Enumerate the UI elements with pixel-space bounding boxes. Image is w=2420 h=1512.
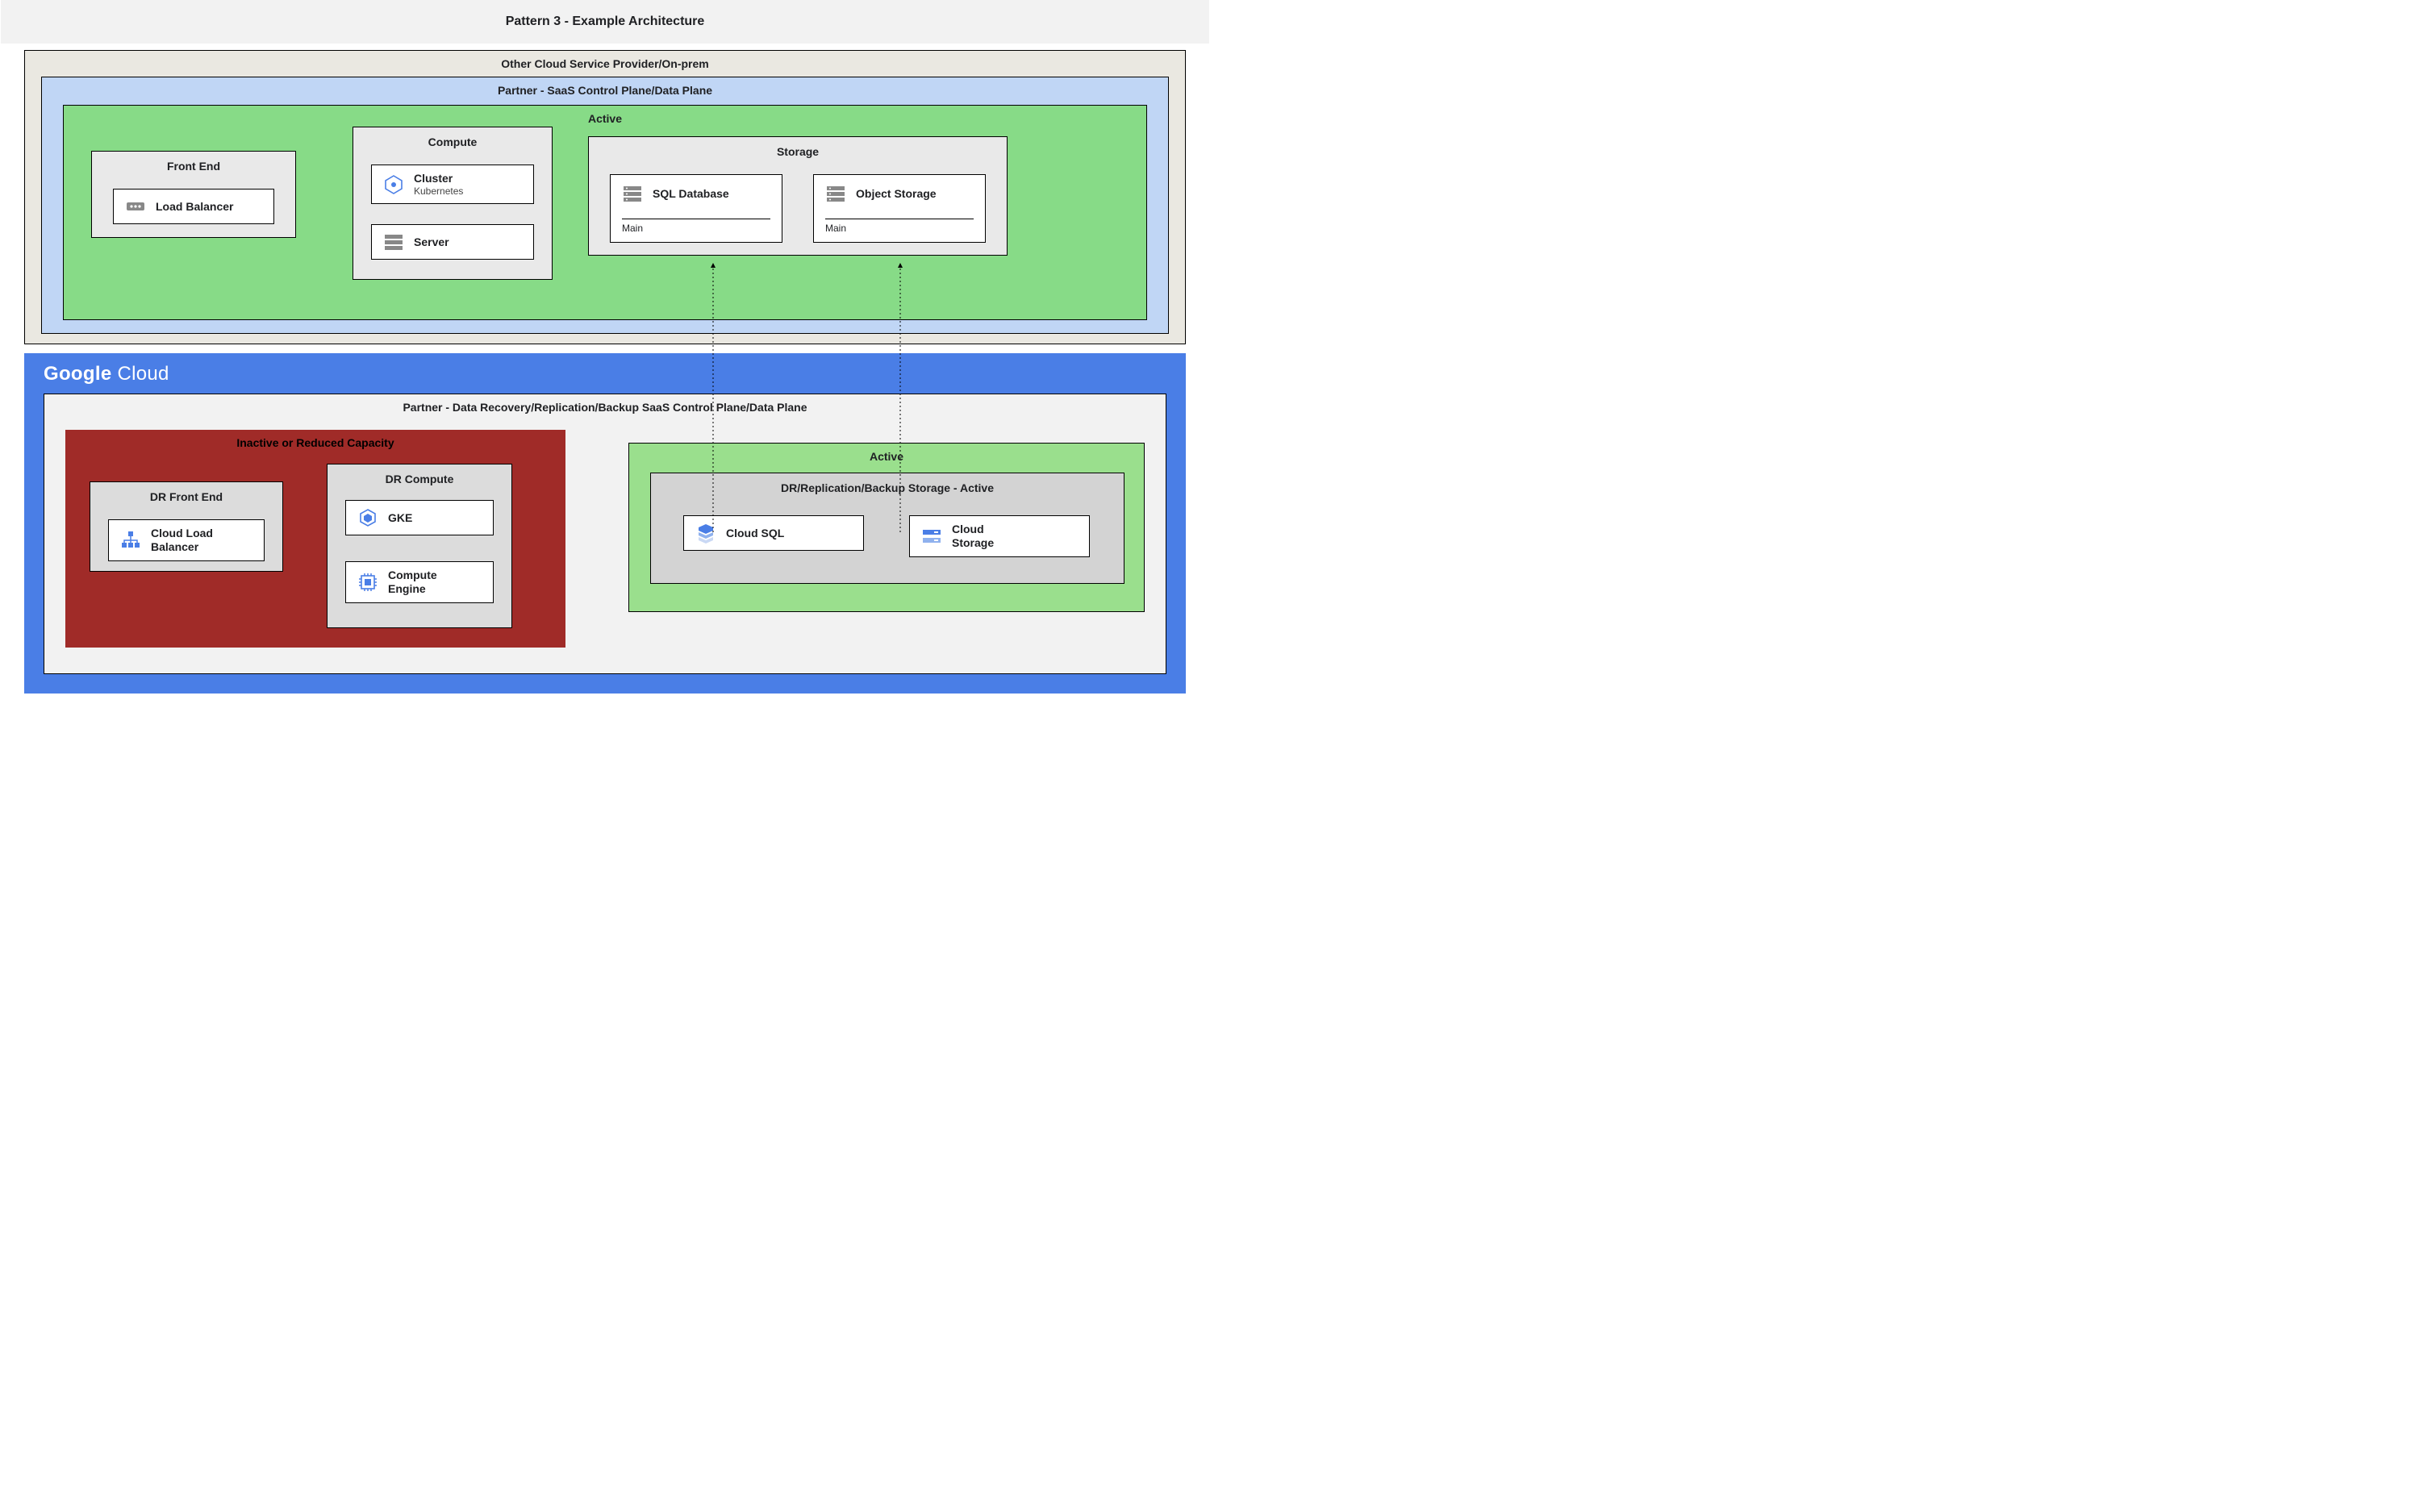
cluster-label: Cluster	[414, 172, 463, 185]
node-sql-db: SQL Database Main	[610, 174, 782, 243]
cloud-storage-icon	[921, 526, 942, 547]
node-cluster: Cluster Kubernetes	[371, 165, 534, 204]
sql-footer: Main	[622, 219, 770, 234]
panel-front-end: Front End Load Balancer	[91, 151, 296, 238]
brand-cloud: Cloud	[117, 363, 169, 385]
cluster-sub: Kubernetes	[414, 185, 463, 197]
cloud-load-balancer-icon	[120, 530, 141, 551]
sql-label: SQL Database	[653, 187, 729, 200]
panel-storage: Storage SQL Database Main	[588, 136, 1008, 256]
panel-dr-compute: DR Compute GKE Compute Engine	[327, 464, 512, 628]
node-load-balancer: Load Balancer	[113, 189, 274, 224]
gce-label: Compute	[388, 569, 437, 582]
node-object-storage: Object Storage Main	[813, 174, 986, 243]
gke-icon	[357, 507, 378, 528]
node-gce: Compute Engine	[345, 561, 494, 603]
gke-label: GKE	[388, 511, 412, 524]
compute-title: Compute	[353, 127, 552, 148]
object-storage-icon	[825, 183, 846, 204]
server-icon	[383, 231, 404, 252]
partner-bot-title: Partner - Data Recovery/Replication/Back…	[44, 394, 1166, 420]
panel-compute: Compute Cluster Kubernetes	[353, 127, 553, 280]
object-label: Object Storage	[856, 187, 937, 200]
google-cloud-logo: Google Cloud	[44, 363, 169, 385]
partner-top-title: Partner - SaaS Control Plane/Data Plane	[42, 77, 1168, 103]
panel-dr-storage: DR/Replication/Backup Storage - Active C…	[650, 473, 1124, 584]
clb-sub: Balancer	[151, 540, 213, 554]
node-cloud-storage: Cloud Storage	[909, 515, 1090, 557]
front-end-title: Front End	[92, 152, 295, 173]
object-footer: Main	[825, 219, 974, 234]
storage-title: Storage	[589, 137, 1007, 158]
active-bot-title: Active	[629, 444, 1144, 469]
panel-dr-front-end: DR Front End Cloud Load Balancer	[90, 481, 283, 572]
node-gke: GKE	[345, 500, 494, 535]
brand-google: Google	[44, 363, 111, 385]
node-clb: Cloud Load Balancer	[108, 519, 265, 561]
container-inactive: Inactive or Reduced Capacity DR Front En…	[65, 430, 565, 648]
load-balancer-icon	[125, 196, 146, 217]
load-balancer-label: Load Balancer	[156, 200, 233, 213]
cloud-storage-label: Cloud	[952, 523, 994, 536]
compute-engine-icon	[357, 572, 378, 593]
cloud-sql-icon	[695, 523, 716, 544]
node-cloud-sql: Cloud SQL	[683, 515, 864, 551]
server-label: Server	[414, 235, 449, 248]
active-top-title: Active	[64, 106, 1146, 131]
node-server: Server	[371, 224, 534, 260]
onprem-title: Other Cloud Service Provider/On-prem	[25, 51, 1185, 77]
kubernetes-icon	[383, 174, 404, 195]
gce-sub: Engine	[388, 582, 437, 596]
dr-front-end-title: DR Front End	[90, 482, 282, 503]
container-partner-bot: Partner - Data Recovery/Replication/Back…	[44, 394, 1166, 674]
container-google-cloud: Google Cloud Partner - Data Recovery/Rep…	[24, 353, 1186, 694]
cloud-sql-label: Cloud SQL	[726, 527, 784, 539]
container-active-bot: Active DR/Replication/Backup Storage - A…	[628, 443, 1145, 612]
inactive-title: Inactive or Reduced Capacity	[65, 430, 565, 456]
database-icon	[622, 183, 643, 204]
page-title: Pattern 3 - Example Architecture	[1, 0, 1209, 44]
clb-label: Cloud Load	[151, 527, 213, 540]
dr-compute-title: DR Compute	[328, 464, 511, 485]
container-active-top: Active Front End Load Balancer Compute	[63, 105, 1147, 320]
cloud-storage-sub: Storage	[952, 536, 994, 550]
container-partner-top: Partner - SaaS Control Plane/Data Plane …	[41, 77, 1169, 334]
container-onprem: Other Cloud Service Provider/On-prem Par…	[24, 50, 1186, 344]
dr-storage-title: DR/Replication/Backup Storage - Active	[651, 473, 1124, 494]
